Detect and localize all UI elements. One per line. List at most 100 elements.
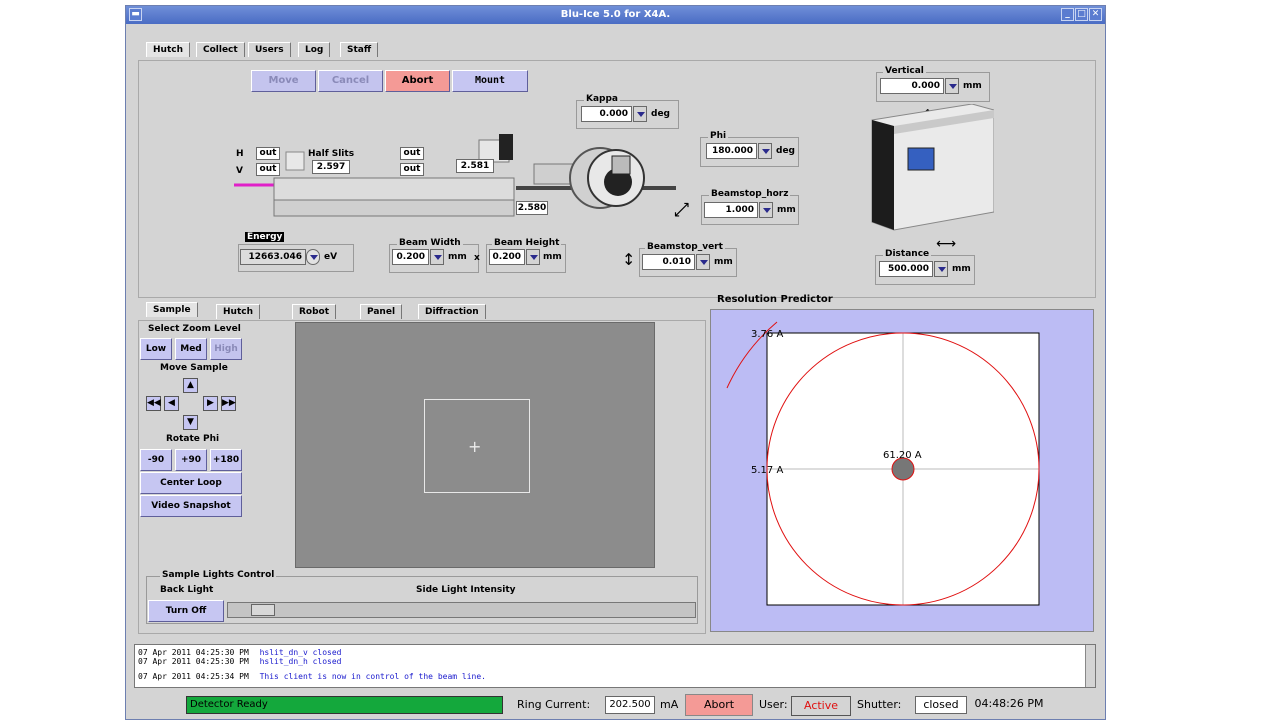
phi-field[interactable]: 180.000 xyxy=(706,143,757,159)
zoom-med-button[interactable]: Med xyxy=(175,338,207,360)
move-left-icon[interactable]: ◀ xyxy=(164,396,179,411)
distance-field[interactable]: 500.000 xyxy=(879,261,933,277)
window-title: Blu-Ice 5.0 for X4A. xyxy=(560,9,671,20)
minimize-icon[interactable]: _ xyxy=(1061,8,1074,21)
resolution-predictor-title: Resolution Predictor xyxy=(717,294,833,305)
rotate-minus90-button[interactable]: -90 xyxy=(140,449,172,471)
mount-button[interactable]: Mount xyxy=(452,70,528,92)
side-light-label: Side Light Intensity xyxy=(416,585,516,595)
distance-unit: mm xyxy=(952,264,971,274)
beamstop-vert-dropdown-icon[interactable] xyxy=(696,254,710,270)
phi-unit: deg xyxy=(776,146,795,156)
turn-off-button[interactable]: Turn Off xyxy=(148,600,224,622)
abort-button[interactable]: Abort xyxy=(385,70,450,92)
move-right-icon[interactable]: ▶ xyxy=(203,396,218,411)
tab-collect[interactable]: Collect xyxy=(196,42,245,57)
beam-height-dropdown-icon[interactable] xyxy=(526,249,540,265)
kappa-field[interactable]: 0.000 xyxy=(581,106,632,122)
beam-times-label: x xyxy=(474,253,480,263)
tab-hutch[interactable]: Hutch xyxy=(146,42,190,57)
rotate-phi-label: Rotate Phi xyxy=(166,434,220,444)
kappa-dropdown-icon[interactable] xyxy=(633,106,647,122)
phi-label: Phi xyxy=(708,131,729,141)
tab-log[interactable]: Log xyxy=(298,42,331,57)
goniometer-mount xyxy=(611,155,631,175)
status-abort-button[interactable]: Abort xyxy=(685,694,753,716)
zoom-low-button[interactable]: Low xyxy=(140,338,172,360)
center-loop-button[interactable]: Center Loop xyxy=(140,472,242,494)
video-snapshot-button[interactable]: Video Snapshot xyxy=(140,495,242,517)
energy-field[interactable]: 12663.046 xyxy=(240,249,306,265)
tab-staff[interactable]: Staff xyxy=(340,42,379,57)
log-area: 07 Apr 2011 04:25:30 PM hslit_dn_v close… xyxy=(134,644,1096,688)
move-button[interactable]: Move xyxy=(251,70,316,92)
kappa-unit: deg xyxy=(651,109,670,119)
energy-label: Energy xyxy=(245,232,285,242)
user-label: User: xyxy=(759,698,788,711)
log-time: 07 Apr 2011 04:25:30 PM xyxy=(138,657,249,666)
beam-width-dropdown-icon[interactable] xyxy=(430,249,444,265)
distance-arrow-icon: ⟷ xyxy=(936,236,957,252)
beam-height-field[interactable]: 0.200 xyxy=(489,249,525,265)
status-clock: 04:48:26 PM xyxy=(974,697,1044,710)
shutter-status: closed xyxy=(915,696,967,714)
zoom-level-label: Select Zoom Level xyxy=(148,324,241,334)
rotate-plus90-button[interactable]: +90 xyxy=(175,449,207,471)
slit-gap-1-field[interactable]: 2.597 xyxy=(312,160,350,174)
kappa-label: Kappa xyxy=(584,94,621,104)
slit-gap-2-field[interactable]: 2.581 xyxy=(456,159,494,173)
sample-video-view[interactable]: + xyxy=(295,322,655,568)
beamstop-horz-dropdown-icon[interactable] xyxy=(759,202,773,218)
beamstop-vert-unit: mm xyxy=(714,257,733,267)
move-up-icon[interactable]: ▲ xyxy=(183,378,198,393)
distance-dropdown-icon[interactable] xyxy=(934,261,948,277)
move-sample-label: Move Sample xyxy=(160,363,228,373)
log-entry-1: 07 Apr 2011 04:25:30 PM hslit_dn_v close… xyxy=(138,648,342,657)
beamstop-vert-field[interactable]: 0.010 xyxy=(642,254,695,270)
log-time: 07 Apr 2011 04:25:30 PM xyxy=(138,648,249,657)
log-message: This client is now in control of the bea… xyxy=(259,672,486,681)
cancel-button[interactable]: Cancel xyxy=(318,70,383,92)
vertical-field[interactable]: 0.000 xyxy=(880,78,944,94)
resolution-panel: 3.76 A 5.17 A 61.20 A xyxy=(710,309,1094,632)
window-menu-icon[interactable]: ▬ xyxy=(129,8,142,21)
beamstop-horz-label: Beamstop_horz xyxy=(709,189,791,199)
tab-users[interactable]: Users xyxy=(248,42,291,57)
energy-dropdown-icon[interactable] xyxy=(306,249,320,265)
tab-diffraction[interactable]: Diffraction xyxy=(418,304,486,319)
detector-status: Detector Ready xyxy=(186,696,503,714)
tab-panel[interactable]: Panel xyxy=(360,304,403,319)
main-tab-bar: Hutch Collect Users Log Staff xyxy=(146,42,426,60)
side-light-slider[interactable] xyxy=(227,602,696,618)
beamstop-horz-unit: mm xyxy=(777,205,796,215)
move-right-fast-icon[interactable]: ▶▶ xyxy=(221,396,236,411)
move-left-fast-icon[interactable]: ◀◀ xyxy=(146,396,161,411)
center-resolution-label: 61.20 A xyxy=(883,450,922,461)
beam-height-label: Beam Height xyxy=(492,238,562,248)
phi-dropdown-icon[interactable] xyxy=(758,143,772,159)
sample-lights-label: Sample Lights Control xyxy=(160,570,277,580)
zoom-high-button[interactable]: High xyxy=(210,338,242,360)
log-entry-3: 07 Apr 2011 04:25:34 PM This client is n… xyxy=(138,672,486,681)
beamstop-horz-field[interactable]: 1.000 xyxy=(704,202,758,218)
move-down-icon[interactable]: ▼ xyxy=(183,415,198,430)
close-icon[interactable]: ✕ xyxy=(1089,8,1102,21)
beam-height-unit: mm xyxy=(543,252,562,262)
beam-width-unit: mm xyxy=(448,252,467,262)
tab-hutch-sub[interactable]: Hutch xyxy=(216,304,260,319)
tab-sample[interactable]: Sample xyxy=(146,302,198,317)
maximize-icon[interactable]: □ xyxy=(1075,8,1088,21)
rotate-plus180-button[interactable]: +180 xyxy=(210,449,242,471)
side-light-slider-thumb[interactable] xyxy=(251,604,275,616)
vertical-dropdown-icon[interactable] xyxy=(945,78,959,94)
detector-window xyxy=(907,147,935,171)
shutter-label: Shutter: xyxy=(857,698,902,711)
log-message: hslit_dn_v closed xyxy=(259,648,342,657)
tab-robot[interactable]: Robot xyxy=(292,304,337,319)
slit-motor xyxy=(499,134,513,160)
slit-base xyxy=(273,199,515,217)
ring-current-unit: mA xyxy=(660,698,679,711)
beam-width-field[interactable]: 0.200 xyxy=(392,249,429,265)
slit-gap-3-field[interactable]: 2.580 xyxy=(516,201,548,215)
log-scrollbar[interactable] xyxy=(1085,645,1095,687)
